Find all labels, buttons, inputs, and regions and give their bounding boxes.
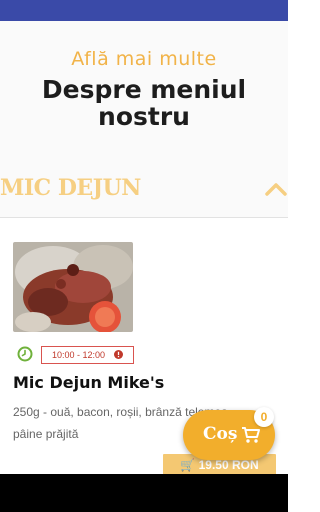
section-header-mic-dejun[interactable]: MIC DEJUN bbox=[0, 141, 288, 218]
menu-header: Află mai multe Despre meniul nostru bbox=[0, 21, 288, 141]
status-bar bbox=[0, 0, 288, 21]
cart-icon: 🛒 bbox=[180, 458, 196, 472]
food-image[interactable] bbox=[13, 242, 133, 332]
item-price: 19.50 RON bbox=[198, 458, 259, 472]
info-icon[interactable] bbox=[114, 350, 123, 359]
cart-count-badge: 0 bbox=[254, 407, 274, 427]
cart-button[interactable]: Coș 0 bbox=[183, 407, 275, 460]
menu-subtitle: Află mai multe bbox=[71, 48, 217, 70]
time-range: 10:00 - 12:00 bbox=[52, 350, 106, 360]
item-name: Mic Dejun Mike's bbox=[13, 373, 165, 392]
menu-title: Despre meniul nostru bbox=[41, 75, 247, 131]
section-title: MIC DEJUN bbox=[0, 175, 141, 201]
time-badge: 10:00 - 12:00 bbox=[41, 346, 134, 364]
shopping-cart-icon bbox=[242, 427, 260, 443]
clock-icon bbox=[17, 346, 33, 362]
chevron-up-icon[interactable] bbox=[264, 181, 288, 197]
system-navigation-bar bbox=[0, 474, 288, 512]
cart-label: Coș bbox=[203, 424, 238, 444]
